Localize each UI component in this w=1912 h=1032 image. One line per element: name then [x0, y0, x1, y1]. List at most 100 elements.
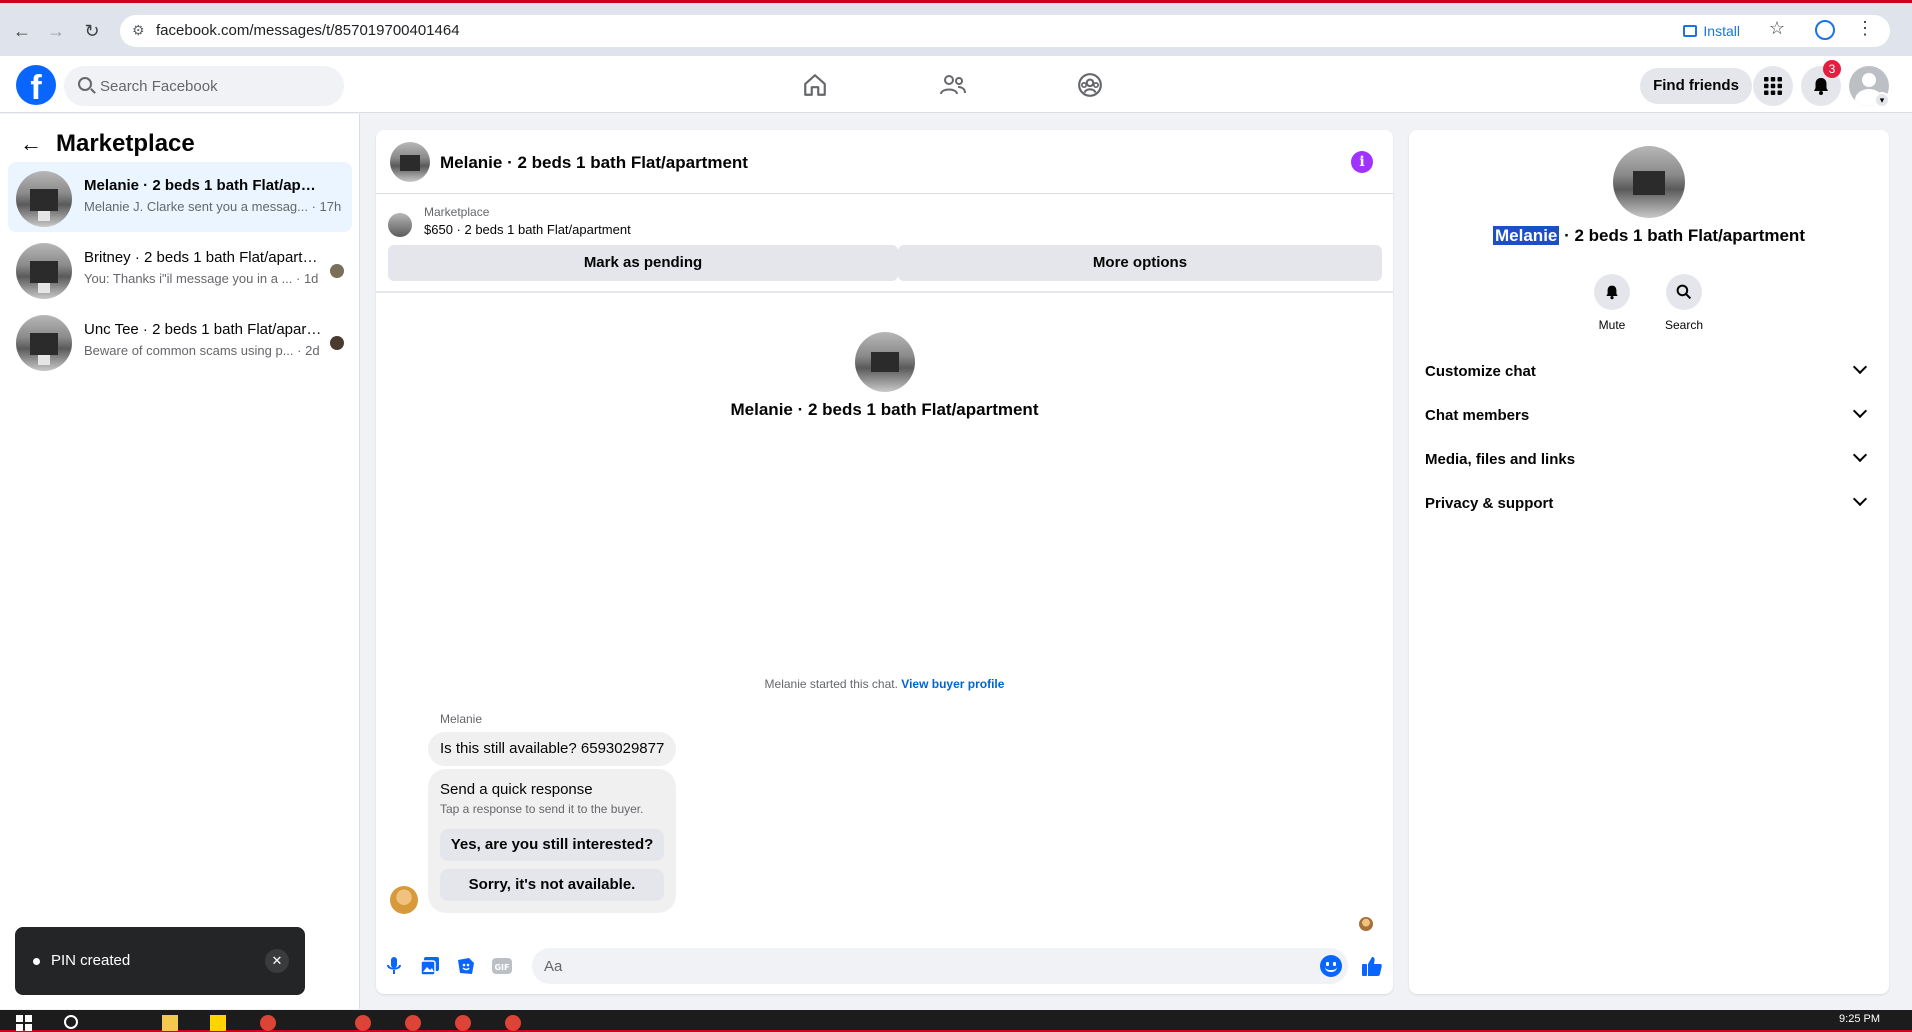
section-label: Media, files and links	[1425, 451, 1576, 468]
view-buyer-profile-link[interactable]: View buyer profile	[901, 677, 1004, 691]
mark-as-pending-button[interactable]: Mark as pending	[388, 245, 898, 281]
search-box[interactable]	[64, 66, 344, 106]
chrome-icon[interactable]	[405, 1015, 421, 1031]
address-bar[interactable]: ⚙ facebook.com/messages/t/85701970040146…	[120, 15, 1890, 47]
sidebar-title: Marketplace	[56, 130, 195, 157]
message-bubble[interactable]: Is this still available? 6593029877	[428, 732, 677, 766]
browser-menu-icon[interactable]: ⋮	[1856, 18, 1874, 39]
read-receipt-avatar	[330, 264, 344, 278]
back-arrow-icon[interactable]: ←	[20, 131, 42, 157]
sidebar-header: ← Marketplace	[20, 130, 195, 158]
chrome-icon[interactable]	[260, 1015, 276, 1031]
sender-name: Melanie	[440, 712, 483, 726]
conversation-item[interactable]: Britney · 2 beds 1 bath Flat/apartment Y…	[8, 234, 352, 304]
chat-members-section[interactable]: Chat members	[1425, 396, 1873, 436]
account-caret-icon[interactable]: ▾	[1874, 92, 1890, 108]
message-input[interactable]	[544, 948, 1304, 984]
chat-title[interactable]: Melanie · 2 beds 1 bath Flat/apartment	[440, 153, 748, 173]
message-input-box[interactable]	[532, 948, 1348, 984]
marketplace-sidebar: ← Marketplace Melanie · 2 beds 1 bath Fl…	[0, 114, 360, 1009]
toast-dot-icon	[33, 958, 40, 965]
friends-icon	[940, 75, 966, 95]
forward-icon[interactable]: →	[44, 19, 68, 43]
section-label: Customize chat	[1425, 363, 1536, 380]
facebook-logo-icon[interactable]: f	[16, 65, 56, 105]
chevron-down-icon	[1852, 403, 1868, 419]
reload-icon[interactable]: ↻	[80, 19, 104, 43]
chevron-down-icon	[1852, 491, 1868, 507]
gif-icon[interactable]: GIF	[490, 954, 514, 978]
emoji-icon[interactable]	[1320, 955, 1342, 977]
quick-response-title: Send a quick response	[440, 781, 593, 798]
svg-text:GIF: GIF	[494, 963, 509, 972]
conversation-item[interactable]: Melanie · 2 beds 1 bath Flat/apartment M…	[8, 162, 352, 232]
browser-profile-icon[interactable]	[1815, 20, 1835, 40]
nav-groups-tab[interactable]	[1035, 64, 1145, 106]
chat-center-title: Melanie · 2 beds 1 bath Flat/apartment	[730, 400, 1039, 419]
chat-info-panel: Melanie · 2 beds 1 bath Flat/apartment M…	[1409, 130, 1889, 994]
customize-chat-section[interactable]: Customize chat	[1425, 352, 1873, 392]
browser-toolbar: ← → ↻ ⚙ facebook.com/messages/t/85701970…	[0, 0, 1912, 56]
media-files-links-section[interactable]: Media, files and links	[1425, 440, 1873, 480]
listing-thumbnail	[16, 315, 72, 371]
chrome-icon[interactable]	[355, 1015, 371, 1031]
windows-start-icon[interactable]	[16, 1015, 32, 1031]
privacy-support-section[interactable]: Privacy & support	[1425, 484, 1873, 524]
quick-response-option[interactable]: Yes, are you still interested?	[440, 829, 664, 861]
clock-time[interactable]: 9:25 PM	[1839, 1013, 1880, 1025]
taskbar-search-icon[interactable]	[64, 1015, 78, 1029]
menu-grid-button[interactable]	[1753, 66, 1793, 106]
listing-thumbnail	[388, 213, 412, 237]
listing-price-title: $650 · 2 beds 1 bath Flat/apartment	[424, 222, 631, 237]
quick-response-option[interactable]: Sorry, it's not available.	[440, 869, 664, 901]
mute-action[interactable]: Mute	[1577, 274, 1647, 332]
search-input[interactable]	[100, 66, 330, 106]
nav-friends-tab[interactable]	[898, 64, 1008, 106]
info-title-rest: · 2 beds 1 bath Flat/apartment	[1559, 226, 1805, 245]
started-text: Melanie started this chat.	[764, 677, 898, 691]
sticky-notes-icon[interactable]	[210, 1015, 226, 1031]
toast-message: PIN created	[51, 952, 131, 969]
find-friends-button[interactable]: Find friends	[1640, 68, 1752, 104]
chrome-icon[interactable]	[505, 1015, 521, 1031]
back-icon[interactable]: ←	[10, 19, 34, 43]
close-icon[interactable]: ✕	[265, 949, 289, 973]
search-icon	[1666, 274, 1702, 310]
groups-icon	[1078, 73, 1102, 97]
info-icon[interactable]: i	[1351, 151, 1373, 173]
chevron-down-icon	[1852, 359, 1868, 375]
message-composer: GIF	[376, 940, 1393, 994]
info-thumbnail[interactable]	[1613, 146, 1685, 218]
conversation-preview: Beware of common scams using p... · 2d	[84, 343, 320, 358]
chat-center-thumbnail	[855, 332, 915, 392]
chrome-icon[interactable]	[455, 1015, 471, 1031]
chat-thumbnail[interactable]	[390, 142, 430, 182]
chat-header: Melanie · 2 beds 1 bath Flat/apartment i	[376, 130, 1393, 194]
url-text[interactable]: facebook.com/messages/t/857019700401464	[156, 22, 460, 39]
chat-panel: Melanie · 2 beds 1 bath Flat/apartment i…	[376, 130, 1393, 994]
seen-receipt-avatar	[1359, 917, 1373, 931]
bookmark-star-icon[interactable]: ☆	[1769, 18, 1785, 39]
search-action[interactable]: Search	[1649, 274, 1719, 332]
conversation-preview: You: Thanks i"il message you in a ... · …	[84, 271, 319, 286]
bell-icon	[1594, 274, 1630, 310]
chevron-down-icon	[1852, 447, 1868, 463]
install-button[interactable]: Install	[1673, 19, 1750, 43]
microphone-icon[interactable]	[382, 954, 406, 978]
photo-icon[interactable]	[418, 954, 442, 978]
nav-home-tab[interactable]	[760, 64, 870, 106]
info-title-highlight: Melanie	[1493, 226, 1560, 245]
sender-avatar[interactable]	[390, 886, 418, 914]
install-label: Install	[1703, 23, 1740, 39]
like-thumb-icon[interactable]	[1360, 954, 1384, 978]
listing-thumbnail	[16, 243, 72, 299]
section-label: Privacy & support	[1425, 495, 1554, 512]
sticker-icon[interactable]	[454, 954, 478, 978]
site-settings-icon[interactable]: ⚙	[132, 22, 150, 40]
more-options-button[interactable]: More options	[898, 245, 1382, 281]
file-explorer-icon[interactable]	[162, 1015, 178, 1031]
conversation-preview: Melanie J. Clarke sent you a messag... ·…	[84, 199, 342, 214]
conversation-item[interactable]: Unc Tee · 2 beds 1 bath Flat/apartment B…	[8, 306, 352, 376]
bell-icon	[1814, 78, 1828, 95]
info-title: Melanie · 2 beds 1 bath Flat/apartment	[1409, 226, 1889, 246]
